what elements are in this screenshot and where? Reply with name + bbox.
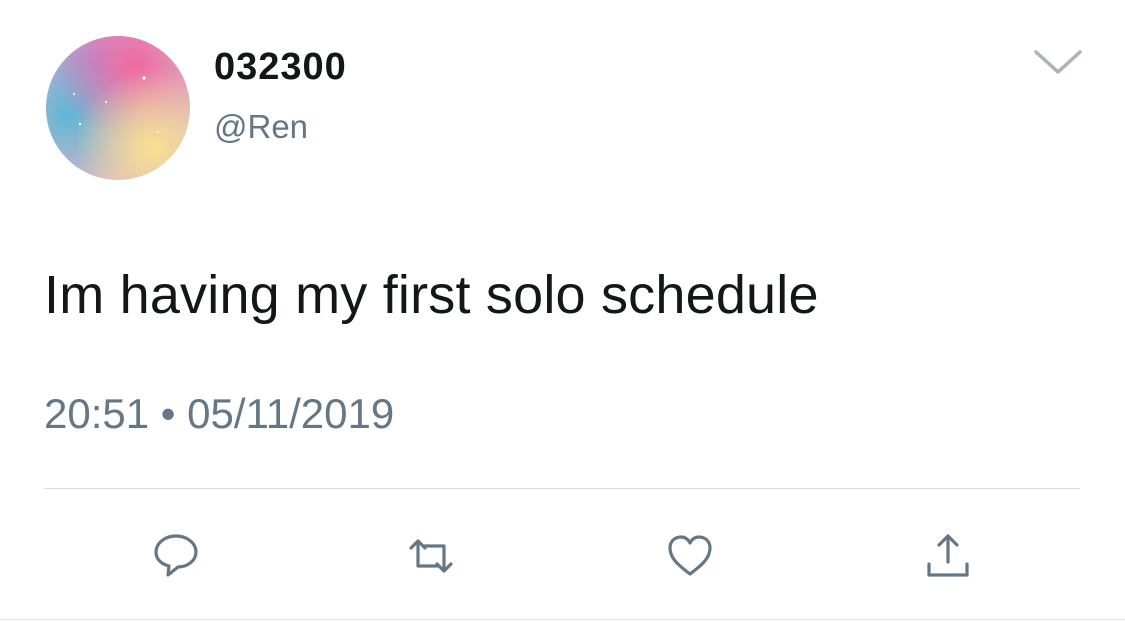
retweet-button[interactable] [403,528,459,584]
user-handle[interactable]: @Ren [214,108,308,146]
display-name[interactable]: 032300 [214,46,347,89]
heart-icon [668,535,712,576]
share-button[interactable] [920,528,976,584]
reply-button[interactable] [148,528,204,584]
bottom-divider [0,619,1125,620]
avatar[interactable] [46,36,190,180]
avatar-image [46,36,190,180]
reply-bubble-icon [154,534,198,577]
divider [44,488,1080,489]
retweet-icon [409,539,453,573]
tweet-card: 032300 @Ren Im having my first solo sche… [0,0,1125,622]
like-button[interactable] [662,528,718,584]
tweet-text: Im having my first solo schedule [44,265,819,325]
chevron-down-icon[interactable] [1028,44,1088,80]
share-upload-icon [927,534,969,577]
tweet-timestamp[interactable]: 20:51 • 05/11/2019 [44,390,394,438]
